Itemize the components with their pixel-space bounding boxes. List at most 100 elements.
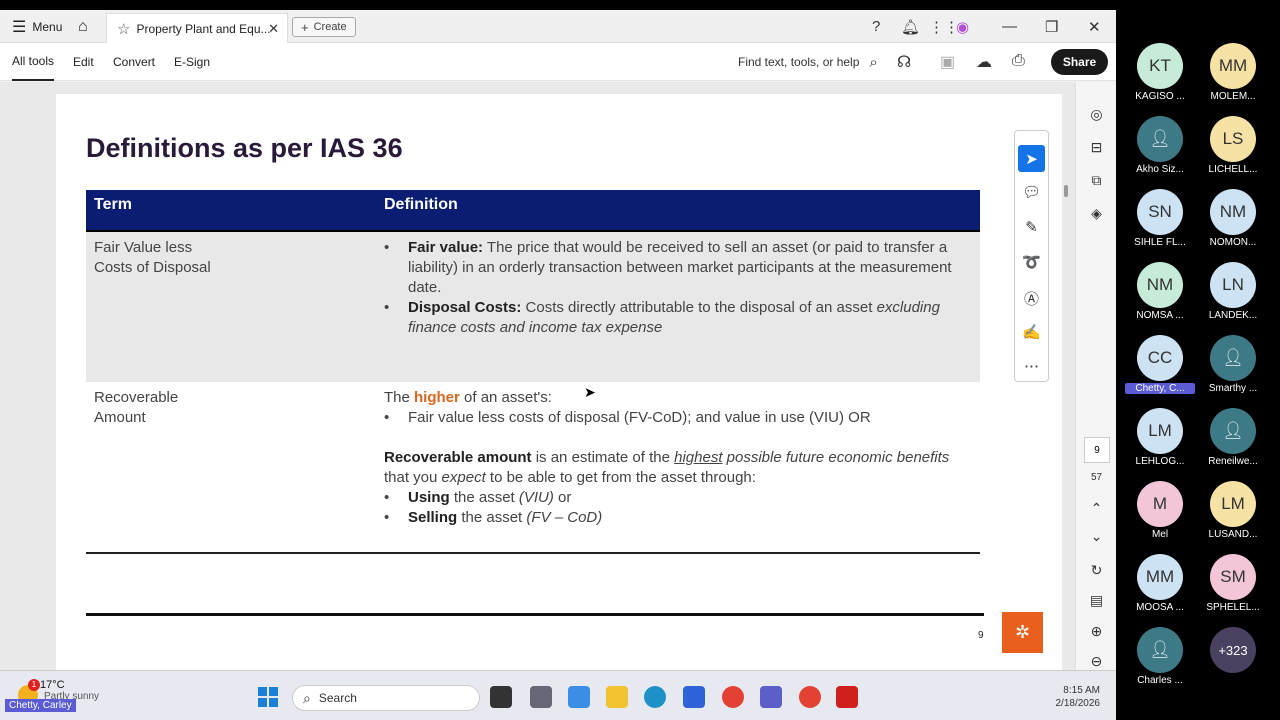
print-icon[interactable]: ⎙ — [1012, 52, 1025, 70]
restore-icon[interactable]: ❐ — [1045, 10, 1058, 43]
headphones-icon[interactable]: ☊ — [897, 52, 911, 72]
save-icon[interactable]: ▣ — [940, 52, 955, 72]
minimize-icon[interactable]: — — [1002, 10, 1017, 43]
zoom-out-icon[interactable]: ⊖ — [1076, 653, 1116, 670]
participant-tile[interactable]: 👤︎ Charles ... — [1125, 627, 1195, 686]
avatar: NM — [1137, 262, 1183, 308]
bookmark-icon[interactable]: ⊟ — [1076, 139, 1116, 156]
star-icon[interactable]: ☆ — [117, 20, 130, 38]
participant-tile[interactable]: LM LUSAND... — [1198, 481, 1268, 540]
avatar: M — [1137, 481, 1183, 527]
menu-button[interactable]: ☰ Menu — [12, 10, 62, 43]
page-number-input[interactable]: 9 — [1084, 437, 1110, 463]
text: is an estimate of the — [531, 449, 675, 466]
participant-tile[interactable]: NM NOMSA ... — [1125, 262, 1195, 321]
tab-all-tools[interactable]: All tools — [12, 43, 55, 81]
participant-tile[interactable]: CC Chetty, C... — [1125, 335, 1195, 394]
participant-name: SPHELEL... — [1206, 602, 1260, 613]
participant-name: Charles ... — [1137, 675, 1183, 686]
participant-tile[interactable]: KT KAGISO ... — [1125, 43, 1195, 102]
zoom-in-icon[interactable]: ⊕ — [1076, 623, 1116, 640]
participant-tile[interactable]: +323 — [1198, 627, 1268, 673]
text: to be able to get from the asset through… — [485, 469, 756, 486]
ai-assistant-icon[interactable]: ◉ — [956, 10, 969, 43]
apps-grid-icon[interactable]: ⋮⋮ — [929, 10, 959, 43]
task-view-icon[interactable] — [490, 686, 512, 708]
refresh-icon[interactable]: ↻ — [1076, 562, 1116, 579]
share-button[interactable]: Share — [1051, 49, 1108, 75]
create-button[interactable]: + Create — [292, 17, 356, 37]
file-explorer-icon[interactable] — [606, 686, 628, 708]
text-box-icon[interactable]: Ⓐ — [1015, 288, 1048, 309]
definition-cell: Fair value: The price that would be rece… — [384, 238, 974, 338]
sign-icon[interactable]: ✍ — [1015, 323, 1048, 341]
upload-cloud-icon[interactable]: ☁ — [976, 52, 992, 72]
participant-tile[interactable]: M Mel — [1125, 481, 1195, 540]
document-viewport[interactable]: Definitions as per IAS 36 Term Definitio… — [0, 82, 1075, 670]
definitions-table: Term Definition Fair Value less Costs of… — [86, 190, 980, 552]
participant-name: NOMSA ... — [1136, 310, 1184, 321]
comment-icon[interactable]: 💬︎ — [1015, 183, 1048, 201]
layers-icon[interactable]: ◈ — [1076, 205, 1116, 222]
tab-convert[interactable]: Convert — [113, 43, 155, 81]
tab-esign[interactable]: E-Sign — [174, 43, 210, 81]
time: 8:15 AM — [1063, 685, 1100, 696]
help-icon[interactable]: ? — [872, 10, 880, 43]
participant-tile[interactable]: 👤︎ Akho Siz... — [1125, 116, 1195, 175]
participant-tile[interactable]: 👤︎ Smarthy ... — [1198, 335, 1268, 394]
tab-edit[interactable]: Edit — [73, 43, 94, 81]
file-icon[interactable]: ▤ — [1076, 592, 1116, 609]
dc-label: Disposal Costs: — [408, 299, 522, 316]
participant-tile[interactable]: LS LICHELL... — [1198, 116, 1268, 175]
text: expect — [441, 469, 486, 486]
draw-lasso-icon[interactable]: ➰ — [1015, 253, 1048, 271]
chevron-down-icon[interactable]: ⌄ — [1076, 528, 1116, 545]
document-tab[interactable]: ☆ Property Plant and Equ... ✕ — [106, 13, 288, 43]
windows-start-icon[interactable] — [258, 687, 278, 707]
pages-icon[interactable]: ⧉ — [1076, 172, 1116, 189]
avatar: LM — [1137, 408, 1183, 454]
taskbar-search[interactable]: ⌕ Search — [292, 685, 480, 711]
create-label: Create — [313, 21, 347, 33]
chrome-profile-icon[interactable] — [799, 686, 821, 708]
close-window-icon[interactable]: ✕ — [1088, 10, 1101, 43]
bell-icon[interactable]: 🔔︎ — [901, 10, 920, 43]
home-icon[interactable]: ⌂ — [78, 10, 88, 43]
camera-icon[interactable] — [530, 686, 552, 708]
select-cursor-icon[interactable]: ➤ — [1018, 145, 1045, 172]
text: The — [384, 389, 415, 406]
slide-page-number: 9 — [978, 630, 984, 641]
clock[interactable]: 8:15 AM 2/18/2026 — [1040, 684, 1101, 710]
list-item: Using the asset (VIU) or — [384, 488, 974, 508]
close-tab-icon[interactable]: ✕ — [268, 21, 279, 37]
list-item: Disposal Costs: Costs directly attributa… — [384, 298, 974, 338]
participant-tile[interactable]: SN SIHLE FL... — [1125, 189, 1195, 248]
scrollbar[interactable] — [1064, 185, 1068, 197]
text: or — [553, 489, 572, 506]
avatar: NM — [1210, 189, 1256, 235]
participant-name: MOOSA ... — [1136, 602, 1184, 613]
teams-icon[interactable] — [760, 686, 782, 708]
participant-tile[interactable]: MM MOLEM... — [1198, 43, 1268, 102]
highlight-pen-icon[interactable]: ✎ — [1015, 218, 1048, 236]
comment-panel-icon[interactable]: ◎ — [1076, 106, 1116, 123]
participant-tile[interactable]: 👤︎ Reneilwe... — [1198, 408, 1268, 467]
ra-bold: Recoverable amount — [384, 449, 532, 466]
participant-tile[interactable]: SM SPHELEL... — [1198, 554, 1268, 613]
chevron-up-icon[interactable]: ⌃ — [1076, 500, 1116, 517]
outlook-icon[interactable] — [683, 686, 705, 708]
find-search[interactable]: Find text, tools, or help ⌕ — [738, 43, 878, 81]
acrobat-icon[interactable] — [836, 686, 858, 708]
participant-tile[interactable]: MM MOOSA ... — [1125, 554, 1195, 613]
chrome-icon[interactable] — [722, 686, 744, 708]
participant-tile[interactable]: NM NOMON... — [1198, 189, 1268, 248]
edge-icon[interactable] — [644, 686, 666, 708]
avatar: LS — [1210, 116, 1256, 162]
app-icon[interactable] — [568, 686, 590, 708]
more-icon[interactable]: ⋯ — [1015, 357, 1048, 375]
participant-tile[interactable]: LN LANDEK... — [1198, 262, 1268, 321]
menu-label: Menu — [32, 19, 63, 34]
dc-text: Costs directly attributable to the dispo… — [521, 299, 877, 316]
participant-tile[interactable]: LM LEHLOG... — [1125, 408, 1195, 467]
higher-word: higher — [414, 389, 460, 406]
